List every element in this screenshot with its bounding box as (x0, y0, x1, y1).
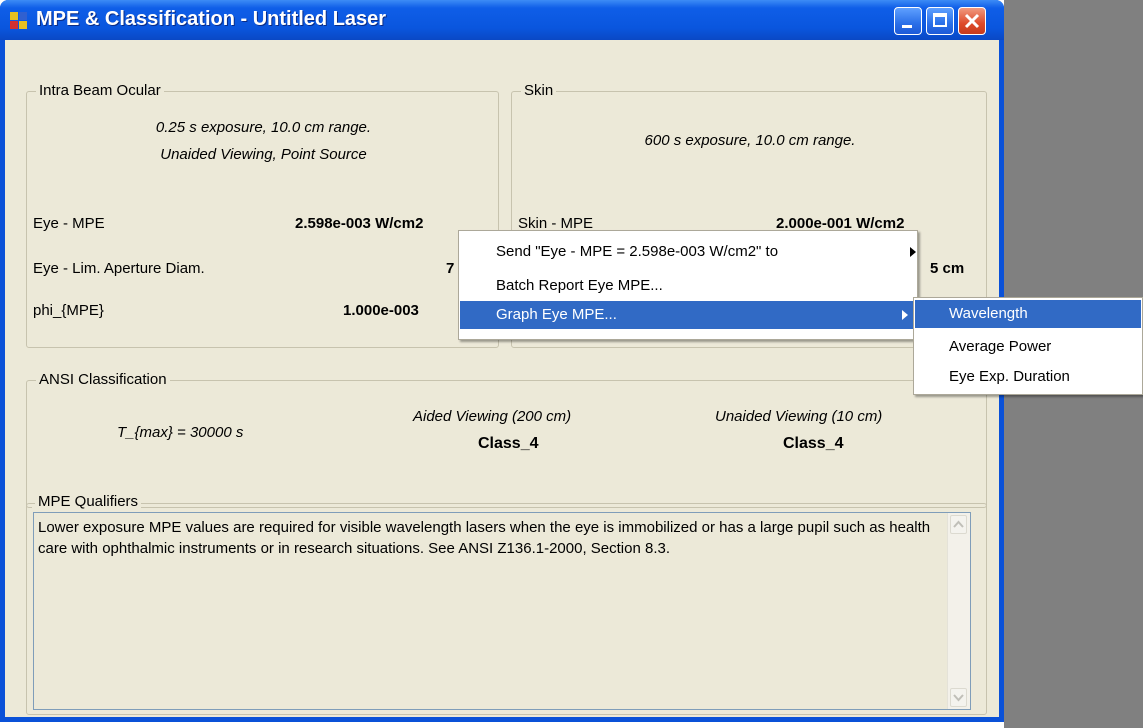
maximize-icon (933, 13, 947, 27)
scroll-down-button[interactable] (950, 688, 967, 707)
submenu-item-eye-exp-duration-label: Eye Exp. Duration (949, 368, 1070, 385)
submenu-item-average-power-label: Average Power (949, 338, 1052, 355)
menu-item-batch-report-label: Batch Report Eye MPE... (496, 277, 663, 294)
window-title: MPE & Classification - Untitled Laser (36, 8, 387, 30)
aided-viewing-label: Aided Viewing (200 cm) (413, 408, 572, 425)
submenu-item-wavelength-label: Wavelength (949, 305, 1028, 322)
submenu-arrow-icon (910, 247, 916, 257)
unaided-class-value: Class_4 (783, 435, 844, 452)
maximize-button[interactable] (926, 7, 954, 35)
menu-item-graph-eye-mpe-label: Graph Eye MPE... (496, 306, 617, 323)
tmax-text: T_{max} = 30000 s (117, 424, 244, 441)
submenu-item-wavelength[interactable]: Wavelength (915, 300, 1141, 328)
mpe-classification-window: MPE & Classification - Untitled Laser In… (0, 0, 1004, 722)
submenu-item-eye-exp-duration[interactable]: Eye Exp. Duration (915, 363, 1141, 391)
menu-item-send-to[interactable]: Send "Eye - MPE = 2.598e-003 W/cm2" to (460, 238, 916, 266)
close-icon (964, 13, 980, 29)
minimize-icon (902, 25, 912, 28)
dialog-client-area: Intra Beam Ocular 0.25 s exposure, 10.0 … (5, 40, 999, 717)
graph-submenu: Wavelength Average Power Eye Exp. Durati… (913, 297, 1143, 395)
chevron-down-icon (953, 694, 964, 702)
context-menu: Send "Eye - MPE = 2.598e-003 W/cm2" to B… (458, 230, 918, 340)
phi-mpe-label: phi_{MPE} (33, 302, 104, 319)
eye-lim-aperture-label: Eye - Lim. Aperture Diam. (33, 260, 205, 277)
skin-aperture-value[interactable]: 5 cm (930, 260, 964, 277)
qualifiers-scrollbar[interactable] (947, 513, 970, 709)
exposure-info-line: 0.25 s exposure, 10.0 cm range. (155, 119, 372, 136)
qualifiers-textarea[interactable]: Lower exposure MPE values are required f… (33, 512, 971, 710)
eye-mpe-value[interactable]: 2.598e-003 W/cm2 (295, 215, 423, 232)
menu-item-graph-eye-mpe[interactable]: Graph Eye MPE... (460, 301, 916, 329)
submenu-item-average-power[interactable]: Average Power (915, 333, 1141, 361)
ansi-classification-group: ANSI Classification T_{max} = 30000 s Ai… (26, 371, 987, 508)
phi-mpe-value[interactable]: 1.000e-003 (343, 302, 419, 319)
chevron-up-icon (953, 520, 964, 528)
qualifiers-text: Lower exposure MPE values are required f… (38, 519, 931, 557)
close-button[interactable] (958, 7, 986, 35)
unaided-viewing-label: Unaided Viewing (10 cm) (715, 408, 883, 425)
aided-class-value: Class_4 (478, 435, 539, 452)
app-icon (10, 12, 28, 30)
viewing-info-line: Unaided Viewing, Point Source (160, 146, 367, 163)
intra-beam-ocular-label: Intra Beam Ocular (36, 82, 164, 99)
eye-mpe-label: Eye - MPE (33, 215, 105, 232)
title-bar[interactable]: MPE & Classification - Untitled Laser (0, 0, 1004, 40)
mpe-qualifiers-title: MPE Qualifiers (35, 493, 142, 510)
intra-beam-ocular-group: Intra Beam Ocular 0.25 s exposure, 10.0 … (26, 82, 499, 348)
menu-item-batch-report[interactable]: Batch Report Eye MPE... (460, 272, 916, 300)
submenu-arrow-icon (902, 310, 908, 320)
skin-exposure-info: 600 s exposure, 10.0 cm range. (644, 132, 856, 149)
scroll-up-button[interactable] (950, 515, 967, 534)
minimize-button[interactable] (894, 7, 922, 35)
ansi-classification-label: ANSI Classification (36, 371, 170, 388)
menu-item-send-to-label: Send "Eye - MPE = 2.598e-003 W/cm2" to (496, 243, 779, 260)
skin-label: Skin (521, 82, 557, 99)
